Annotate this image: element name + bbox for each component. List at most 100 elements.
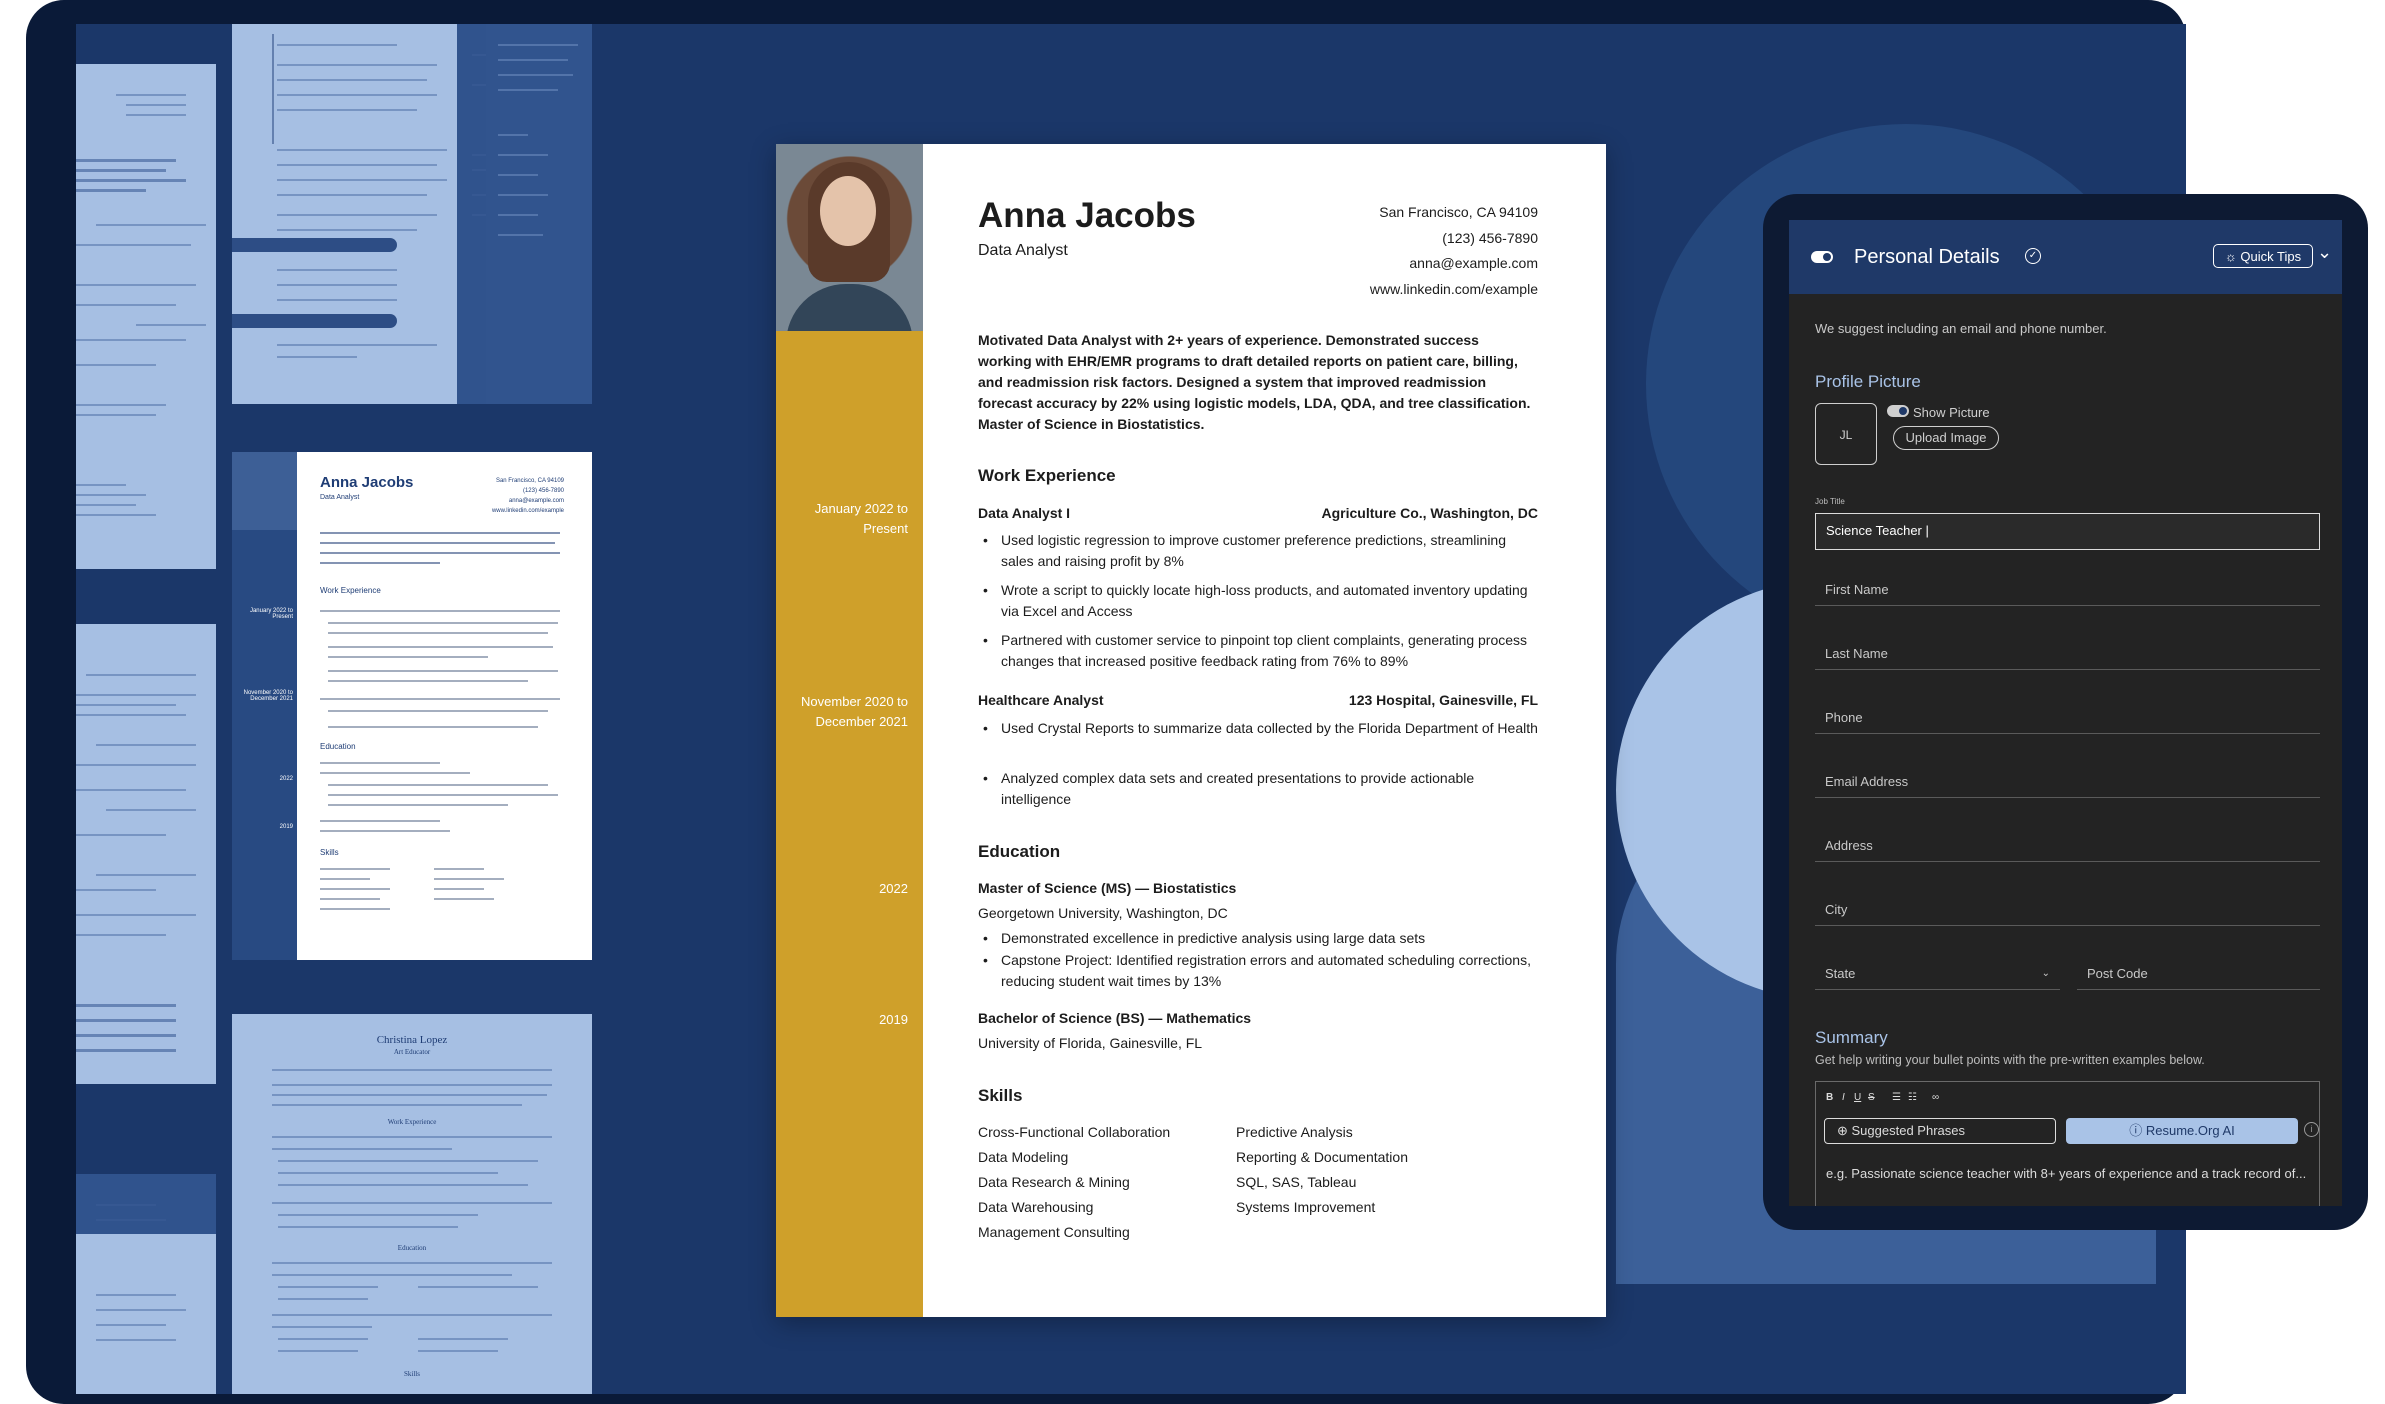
check-circle-icon: ✓: [2025, 248, 2041, 264]
thumb-date-2: November 2020 to December 2021: [243, 690, 293, 702]
thumb-resume-left-top: [76, 64, 216, 569]
numbered-list-icon[interactable]: ☰: [1892, 1092, 1901, 1103]
skill-item: Systems Improvement: [1236, 1199, 1376, 1215]
skill-item: Reporting & Documentation: [1236, 1149, 1408, 1165]
thumb-contact-linkedin: www.linkedin.com/example: [491, 508, 564, 514]
photo-face: [820, 176, 876, 246]
summary-editor[interactable]: B I U S ☰ ☷ ∞ ⊕ Suggested Phrases ⓘ Resu…: [1815, 1081, 2320, 1206]
thumb-contact: San Francisco, CA 94109 (123) 456-7890 a…: [492, 476, 564, 516]
lightbulb-icon: ☼: [2224, 249, 2241, 264]
edu-degree: Bachelor of Science (BS) — Mathematics: [978, 1010, 1252, 1026]
summary-placeholder[interactable]: e.g. Passionate science teacher with 8+ …: [1826, 1166, 2306, 1181]
chevron-down-icon[interactable]: ⌄: [2317, 242, 2332, 263]
strikethrough-button[interactable]: S: [1868, 1092, 1875, 1103]
last-name-field[interactable]: Last Name: [1815, 638, 2320, 670]
section-toggle[interactable]: [1811, 251, 1833, 263]
skill-item: Data Research & Mining: [978, 1174, 1130, 1190]
thumb-name: Anna Jacobs: [320, 474, 414, 491]
plus-circle-icon: ⊕: [1837, 1123, 1852, 1138]
thumb-contact-phone: (123) 456-7890: [522, 488, 564, 494]
edu-bullet: Demonstrated excellence in predictive an…: [983, 928, 1541, 949]
contact-phone: (123) 456-7890: [1442, 229, 1538, 246]
resume-contact: San Francisco, CA 94109 (123) 456-7890 a…: [1370, 200, 1538, 302]
contact-email: anna@example.com: [1409, 255, 1538, 271]
profile-picture-label: Profile Picture: [1815, 372, 1921, 391]
thumb-christina-name: Christina Lopez: [376, 1034, 448, 1046]
job-role: Healthcare Analyst: [978, 692, 1104, 708]
job-bullet: Analyzed complex data sets and created p…: [983, 768, 1541, 810]
job-title-label: Job Title: [1815, 497, 1845, 506]
edu-degree: Master of Science (MS) — Biostatistics: [978, 880, 1237, 896]
post-code-field[interactable]: Post Code: [2077, 958, 2320, 990]
state-label: State: [1825, 966, 1856, 981]
heading-education: Education: [978, 842, 1061, 861]
skill-item: Cross-Functional Collaboration: [978, 1124, 1171, 1140]
job-role: Data Analyst I: [978, 505, 1071, 521]
upload-image-button[interactable]: Upload Image: [1893, 426, 1999, 450]
panel-header: Personal Details ✓ ☼ Quick Tips ⌄: [1789, 220, 2342, 294]
panel-title: Personal Details: [1854, 246, 2000, 268]
edu-bullet: Capstone Project: Identified registratio…: [983, 950, 1541, 992]
resume-preview: January 2022 to Present November 2020 to…: [776, 144, 1606, 1317]
edu-school: University of Florida, Gainesville, FL: [978, 1035, 1203, 1051]
first-name-field[interactable]: First Name: [1815, 574, 2320, 606]
suggested-phrases-label: Suggested Phrases: [1851, 1123, 1965, 1138]
date-job-2: November 2020 to December 2021: [801, 694, 908, 729]
date-edu-1: 2022: [879, 881, 908, 896]
italic-button[interactable]: I: [1842, 1092, 1845, 1103]
job-bullet: Partnered with customer service to pinpo…: [983, 630, 1541, 672]
job-company: 123 Hospital, Gainesville, FL: [1348, 692, 1538, 708]
panel-hint: We suggest including an email and phone …: [1815, 321, 2107, 336]
suggested-phrases-button[interactable]: ⊕ Suggested Phrases: [1824, 1118, 2056, 1144]
chevron-down-icon: ⌄: [2041, 968, 2050, 979]
ai-button-label: Resume.Org AI: [2145, 1123, 2235, 1138]
skill-item: SQL, SAS, Tableau: [1236, 1174, 1357, 1190]
thumb-heading-work: Work Experience: [320, 586, 381, 595]
resume-summary: Motivated Data Analyst with 2+ years of …: [978, 332, 1531, 432]
avatar[interactable]: JL: [1815, 403, 1877, 465]
thumb-heading-skills: Skills: [320, 848, 339, 857]
info-icon[interactable]: i: [2304, 1122, 2319, 1137]
thumb-date-1: January 2022 to Present: [249, 608, 293, 620]
personal-details-panel: Personal Details ✓ ☼ Quick Tips ⌄ We sug…: [1789, 220, 2342, 1206]
bold-button[interactable]: B: [1826, 1092, 1833, 1103]
show-picture-toggle[interactable]: [1887, 405, 1909, 417]
thumb-resume-left-middle: [76, 624, 216, 1084]
summary-helper-text: Get help writing your bullet points with…: [1815, 1053, 2205, 1067]
quick-tips-button[interactable]: ☼ Quick Tips: [2213, 244, 2313, 268]
email-field[interactable]: Email Address: [1815, 766, 2320, 798]
address-field[interactable]: Address: [1815, 830, 2320, 862]
skill-item: Data Modeling: [978, 1149, 1069, 1165]
job-bullet: Used logistic regression to improve cust…: [983, 530, 1541, 572]
thumb-date-3: 2022: [279, 776, 293, 782]
ai-icon: ⓘ: [2129, 1123, 2146, 1138]
edu-school: Georgetown University, Washington, DC: [978, 905, 1228, 921]
job-title-input[interactable]: Science Teacher |: [1815, 513, 2320, 550]
thumb-date-4: 2019: [279, 824, 293, 830]
thumb-christina-work: Work Experience: [387, 1118, 437, 1126]
contact-address: San Francisco, CA 94109: [1379, 204, 1538, 220]
job-company: Agriculture Co., Washington, DC: [1321, 505, 1538, 521]
thumb-contact-email: anna@example.com: [508, 498, 564, 504]
heading-skills: Skills: [978, 1086, 1023, 1105]
bullet-list-icon[interactable]: ☷: [1908, 1092, 1917, 1103]
city-field[interactable]: City: [1815, 894, 2320, 926]
thumb-christina-skills: Skills: [404, 1370, 420, 1378]
phone-field[interactable]: Phone: [1815, 702, 2320, 734]
job-header-1: Data Analyst I Agriculture Co., Washingt…: [978, 505, 1538, 521]
show-picture-label: Show Picture: [1913, 405, 1990, 420]
link-icon[interactable]: ∞: [1932, 1092, 1939, 1103]
thumb-christina-title: Art Educator: [393, 1048, 431, 1056]
thumb-christina-education: Education: [397, 1244, 427, 1252]
job-header-2: Healthcare Analyst 123 Hospital, Gainesv…: [978, 692, 1538, 708]
state-select[interactable]: State ⌄: [1815, 958, 2060, 990]
date-job-1: January 2022 to Present: [814, 501, 908, 536]
thumb-resume-christina: Christina Lopez Art Educator Work Experi…: [232, 1014, 592, 1394]
date-edu-2: 2019: [879, 1012, 908, 1027]
thumb-resume-anna: January 2022 to Present November 2020 to…: [232, 452, 592, 960]
resume-timeline-sidebar: January 2022 to Present November 2020 to…: [776, 331, 923, 1317]
underline-button[interactable]: U: [1854, 1092, 1861, 1103]
ai-assistant-button[interactable]: ⓘ Resume.Org AI: [2066, 1118, 2298, 1144]
profile-photo: [776, 144, 923, 344]
skill-item: Predictive Analysis: [1236, 1124, 1353, 1140]
